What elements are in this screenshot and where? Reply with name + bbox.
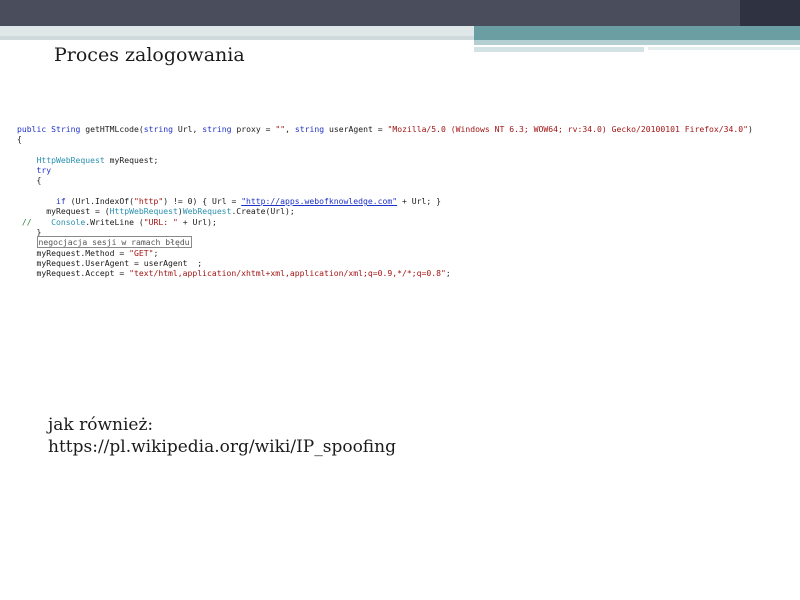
- code-line: if (Url.IndexOf("http") != 0) { Url = "h…: [17, 196, 783, 206]
- code-line: try: [17, 165, 783, 175]
- code-token: myRequest;: [109, 154, 159, 165]
- code-token: myRequest.UserAgent = userAgent ;: [17, 257, 203, 268]
- code-token: "http://apps.webofknowledge.com": [241, 196, 398, 207]
- header-accent: [740, 0, 800, 26]
- header-bar: [0, 0, 800, 26]
- code-token: Console: [51, 216, 86, 227]
- code-token: .WriteLine (: [85, 216, 144, 227]
- code-token: if: [55, 196, 71, 207]
- code-line: HttpWebRequest myRequest;: [17, 155, 783, 165]
- code-token: "URL: ": [143, 216, 178, 227]
- code-token: ) != 0) { Url =: [163, 196, 242, 207]
- header-teal-band-faint: [648, 47, 800, 50]
- code-token: + Url; }: [397, 196, 441, 207]
- code-token: HttpWebRequest: [109, 206, 178, 217]
- code-token: + Url);: [177, 216, 217, 227]
- code-token: ): [748, 124, 753, 134]
- code-token: //: [17, 216, 52, 227]
- footnote-line-also: jak również:: [48, 415, 154, 435]
- code-token: {: [17, 134, 22, 145]
- code-token: userAgent =: [328, 124, 388, 134]
- code-token: getHTMLcode(: [85, 124, 144, 134]
- code-token: String: [51, 124, 86, 134]
- code-token: HttpWebRequest: [36, 154, 110, 165]
- code-screenshot: public String getHTMLcode(string Url, st…: [17, 124, 783, 294]
- code-token: proxy =: [236, 124, 276, 134]
- header-teal-band-lighter: [474, 47, 644, 52]
- code-token: public: [17, 124, 52, 134]
- code-token: "http": [133, 196, 164, 207]
- code-token: WebRequest: [182, 206, 232, 217]
- footnote-link[interactable]: https://pl.wikipedia.org/wiki/IP_spoofin…: [48, 436, 396, 458]
- code-token: .Create(Url);: [231, 206, 295, 217]
- header-teal-band-light: [474, 40, 800, 45]
- code-token: ;: [153, 247, 159, 258]
- header-teal-band: [474, 26, 800, 40]
- code-token: "GET": [129, 247, 154, 258]
- code-line: // Console.WriteLine ("URL: " + Url);: [17, 217, 783, 227]
- code-token: string: [294, 124, 329, 134]
- code-token: "text/html,application/xhtml+xml,applica…: [129, 268, 446, 279]
- code-line: {: [17, 175, 783, 185]
- code-token: negocjacja sesji w ramach błędu: [36, 236, 192, 249]
- code-line: public String getHTMLcode(string Url, st…: [17, 124, 783, 134]
- code-token: try: [36, 165, 52, 176]
- code-line: myRequest.UserAgent = userAgent ;: [17, 258, 783, 268]
- slide-title: Proces zalogowania: [54, 44, 245, 66]
- code-token: ;: [445, 268, 451, 279]
- footnote: jak również: https://pl.wikipedia.org/wi…: [48, 414, 396, 458]
- code-token: string: [143, 124, 178, 134]
- code-line: {: [17, 134, 783, 144]
- code-token: myRequest = (: [17, 206, 110, 217]
- code-token: myRequest.Accept =: [17, 268, 130, 279]
- code-token: myRequest.Method =: [17, 247, 130, 258]
- code-token: "Mozilla/5.0 (Windows NT 6.3; WOW64; rv:…: [387, 124, 749, 134]
- code-line: myRequest.Accept = "text/html,applicatio…: [17, 268, 783, 278]
- code-line: myRequest = (HttpWebRequest)WebRequest.C…: [17, 206, 783, 216]
- code-line: negocjacja sesji w ramach błędu: [17, 236, 783, 249]
- code-token: Url,: [177, 124, 203, 134]
- code-token: ,: [285, 124, 295, 134]
- code-token: {: [17, 175, 42, 186]
- code-token: string: [202, 124, 237, 134]
- code-token: (Url.IndexOf(: [70, 196, 134, 207]
- code-line: myRequest.Method = "GET";: [17, 248, 783, 258]
- code-token: "": [275, 124, 286, 134]
